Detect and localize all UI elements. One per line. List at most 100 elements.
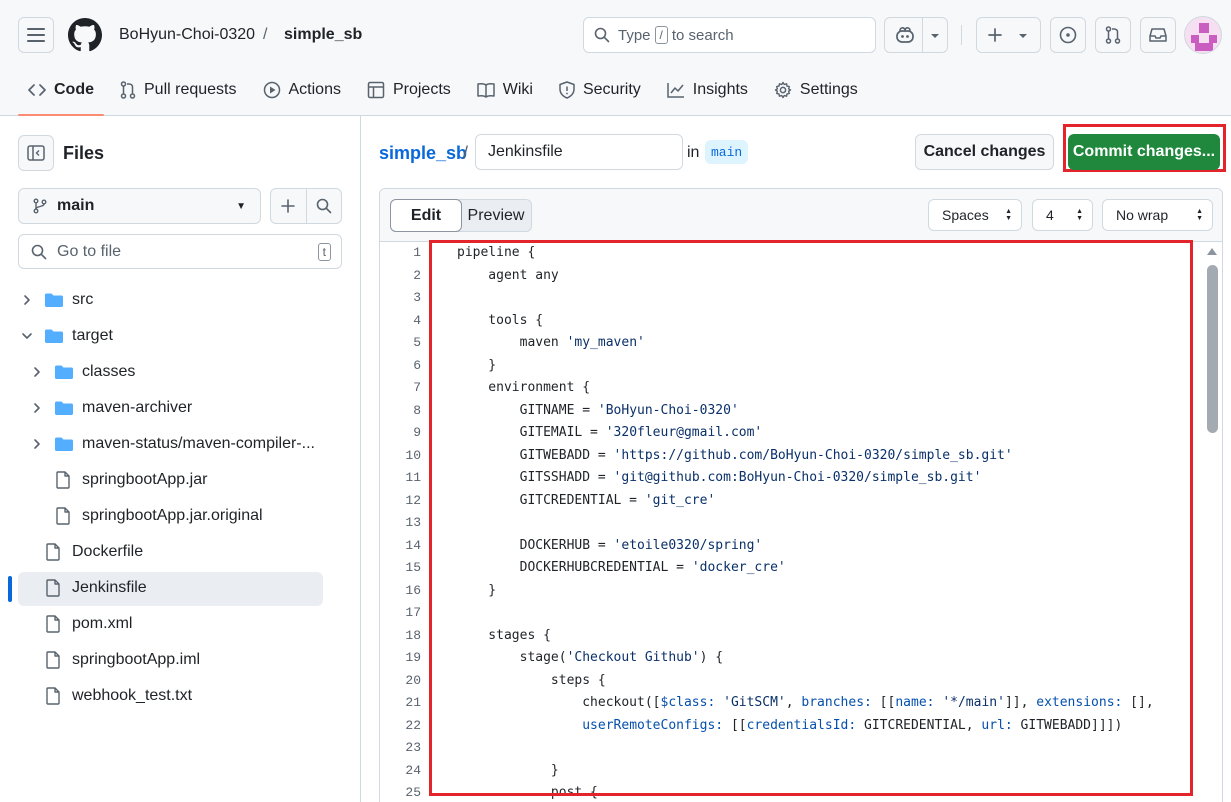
folder-icon (54, 364, 74, 385)
tab-insights[interactable]: Insights (657, 70, 758, 110)
line-number: 12 (405, 492, 421, 508)
chevron-down-icon (931, 34, 939, 38)
tree-file-item[interactable]: Jenkinsfile (0, 570, 360, 606)
line-number: 23 (405, 740, 421, 755)
global-search-input[interactable]: Type / to search (583, 17, 876, 53)
go-to-file-input[interactable]: Go to file t (18, 234, 342, 269)
inbox-button[interactable] (1140, 17, 1176, 53)
line-number: 6 (413, 357, 421, 373)
repo-name-link[interactable]: simple_sb (284, 26, 362, 44)
go-to-file-placeholder: Go to file (57, 242, 122, 260)
issues-button[interactable] (1050, 17, 1086, 53)
git-pull-request-icon (1105, 26, 1121, 44)
tree-item-label: Jenkinsfile (72, 579, 147, 596)
tree-item-label: maven-status/maven-compiler-... (82, 435, 315, 452)
scroll-up-arrow-icon[interactable] (1207, 248, 1217, 255)
cancel-changes-button[interactable]: Cancel changes (915, 134, 1054, 170)
pull-requests-button[interactable] (1095, 17, 1131, 53)
branch-selector[interactable]: main ▼ (18, 188, 261, 224)
tab-label: Settings (799, 81, 858, 98)
edit-tab[interactable]: Edit (390, 199, 462, 232)
tree-item-label: maven-archiver (82, 399, 193, 416)
tree-file-item[interactable]: springbootApp.jar (0, 462, 360, 498)
selected-row-highlight (18, 572, 323, 606)
line-number: 21 (405, 695, 421, 710)
line-number: 8 (413, 402, 421, 418)
tree-item-label: target (72, 327, 113, 344)
menu-button[interactable] (18, 17, 54, 53)
line-number: 5 (413, 335, 421, 350)
code-icon (28, 84, 46, 96)
commit-changes-button[interactable]: Commit changes... (1068, 134, 1220, 170)
breadcrumb-repo-link[interactable]: simple_sb (379, 143, 467, 164)
tree-file-item[interactable]: pom.xml (0, 606, 360, 642)
search-suffix-text: to search (671, 26, 734, 44)
line-number: 14 (405, 537, 421, 553)
tree-folder-item[interactable]: src (0, 282, 360, 318)
tree-item-label: src (72, 291, 94, 308)
plus-icon (988, 28, 1002, 42)
editor-scrollbar-thumb[interactable] (1207, 265, 1218, 433)
wrap-mode-select[interactable]: No wrap ▲ ▼ (1102, 199, 1213, 231)
filename-input[interactable] (475, 134, 683, 170)
github-logo-icon[interactable] (68, 18, 102, 52)
line-number: 24 (405, 762, 421, 778)
line-number: 20 (405, 672, 421, 688)
tab-code[interactable]: Code (18, 70, 104, 116)
tree-folder-item[interactable]: maven-archiver (0, 390, 360, 426)
indent-mode-select[interactable]: Spaces ▲ ▼ (928, 199, 1022, 231)
selected-row-indicator (8, 576, 12, 602)
select-arrows-icon: ▲ ▼ (1196, 208, 1203, 222)
tree-folder-item[interactable]: target (0, 318, 360, 354)
caret-down-icon: ▼ (236, 200, 246, 212)
file-icon (56, 471, 70, 494)
tree-folder-item[interactable]: maven-status/maven-compiler-... (0, 426, 360, 462)
add-file-button[interactable] (271, 189, 307, 223)
tab-actions[interactable]: Actions (253, 70, 351, 110)
sidebar-collapse-icon (27, 145, 45, 161)
indent-mode-value: Spaces (942, 207, 989, 223)
create-new-button[interactable] (976, 17, 1041, 53)
branch-name: main (57, 197, 95, 214)
chevron-right-icon[interactable] (30, 437, 44, 451)
pull-request-icon (120, 81, 136, 99)
file-icon (46, 615, 60, 638)
tab-label: Projects (392, 81, 451, 98)
search-files-button[interactable] (307, 189, 342, 223)
chevron-down-icon (1019, 34, 1027, 38)
chevron-right-icon[interactable] (20, 293, 34, 307)
file-tree-sidebar: Files main ▼ Go to file t src target class… (0, 116, 361, 802)
tree-folder-item[interactable]: classes (0, 354, 360, 390)
tree-file-item[interactable]: webhook_test.txt (0, 678, 360, 714)
tree-file-item[interactable]: springbootApp.iml (0, 642, 360, 678)
line-number: 3 (413, 290, 421, 305)
line-number-gutter: 1 2 3 4 5 6 7 8 9 10 11 12 13 14 15 16 17 18 19 20 21 22 23 24 2… (380, 242, 428, 802)
file-icon (46, 687, 60, 710)
chevron-right-icon[interactable] (30, 401, 44, 415)
line-number: 1 (413, 245, 421, 260)
tree-file-item[interactable]: Dockerfile (0, 534, 360, 570)
folder-icon (54, 436, 74, 457)
issue-opened-icon (1059, 26, 1077, 44)
tab-wiki[interactable]: Wiki (467, 70, 543, 110)
tree-file-item[interactable]: springbootApp.jar.original (0, 498, 360, 534)
chevron-down-icon[interactable] (20, 329, 34, 343)
tab-projects[interactable]: Projects (357, 70, 461, 110)
copilot-button[interactable] (884, 17, 948, 53)
repo-owner-link[interactable]: BoHyun-Choi-0320 (119, 26, 255, 44)
select-arrows-icon: ▲ ▼ (1005, 208, 1012, 222)
line-number: 15 (405, 560, 421, 575)
indent-size-select[interactable]: 4 ▲ ▼ (1032, 199, 1093, 231)
header-divider (961, 25, 962, 45)
chevron-right-icon[interactable] (30, 365, 44, 379)
file-tree: src target classes maven-archiver maven-stat… (0, 282, 360, 714)
code-highlight-box (429, 240, 1193, 796)
search-icon (31, 244, 47, 259)
file-icon (46, 651, 60, 674)
preview-tab[interactable]: Preview (461, 200, 531, 231)
tab-settings[interactable]: Settings (764, 70, 868, 110)
tab-security[interactable]: Security (549, 70, 651, 110)
collapse-sidebar-button[interactable] (18, 135, 54, 171)
user-avatar[interactable] (1184, 16, 1222, 54)
tab-pull-requests[interactable]: Pull requests (110, 70, 247, 110)
